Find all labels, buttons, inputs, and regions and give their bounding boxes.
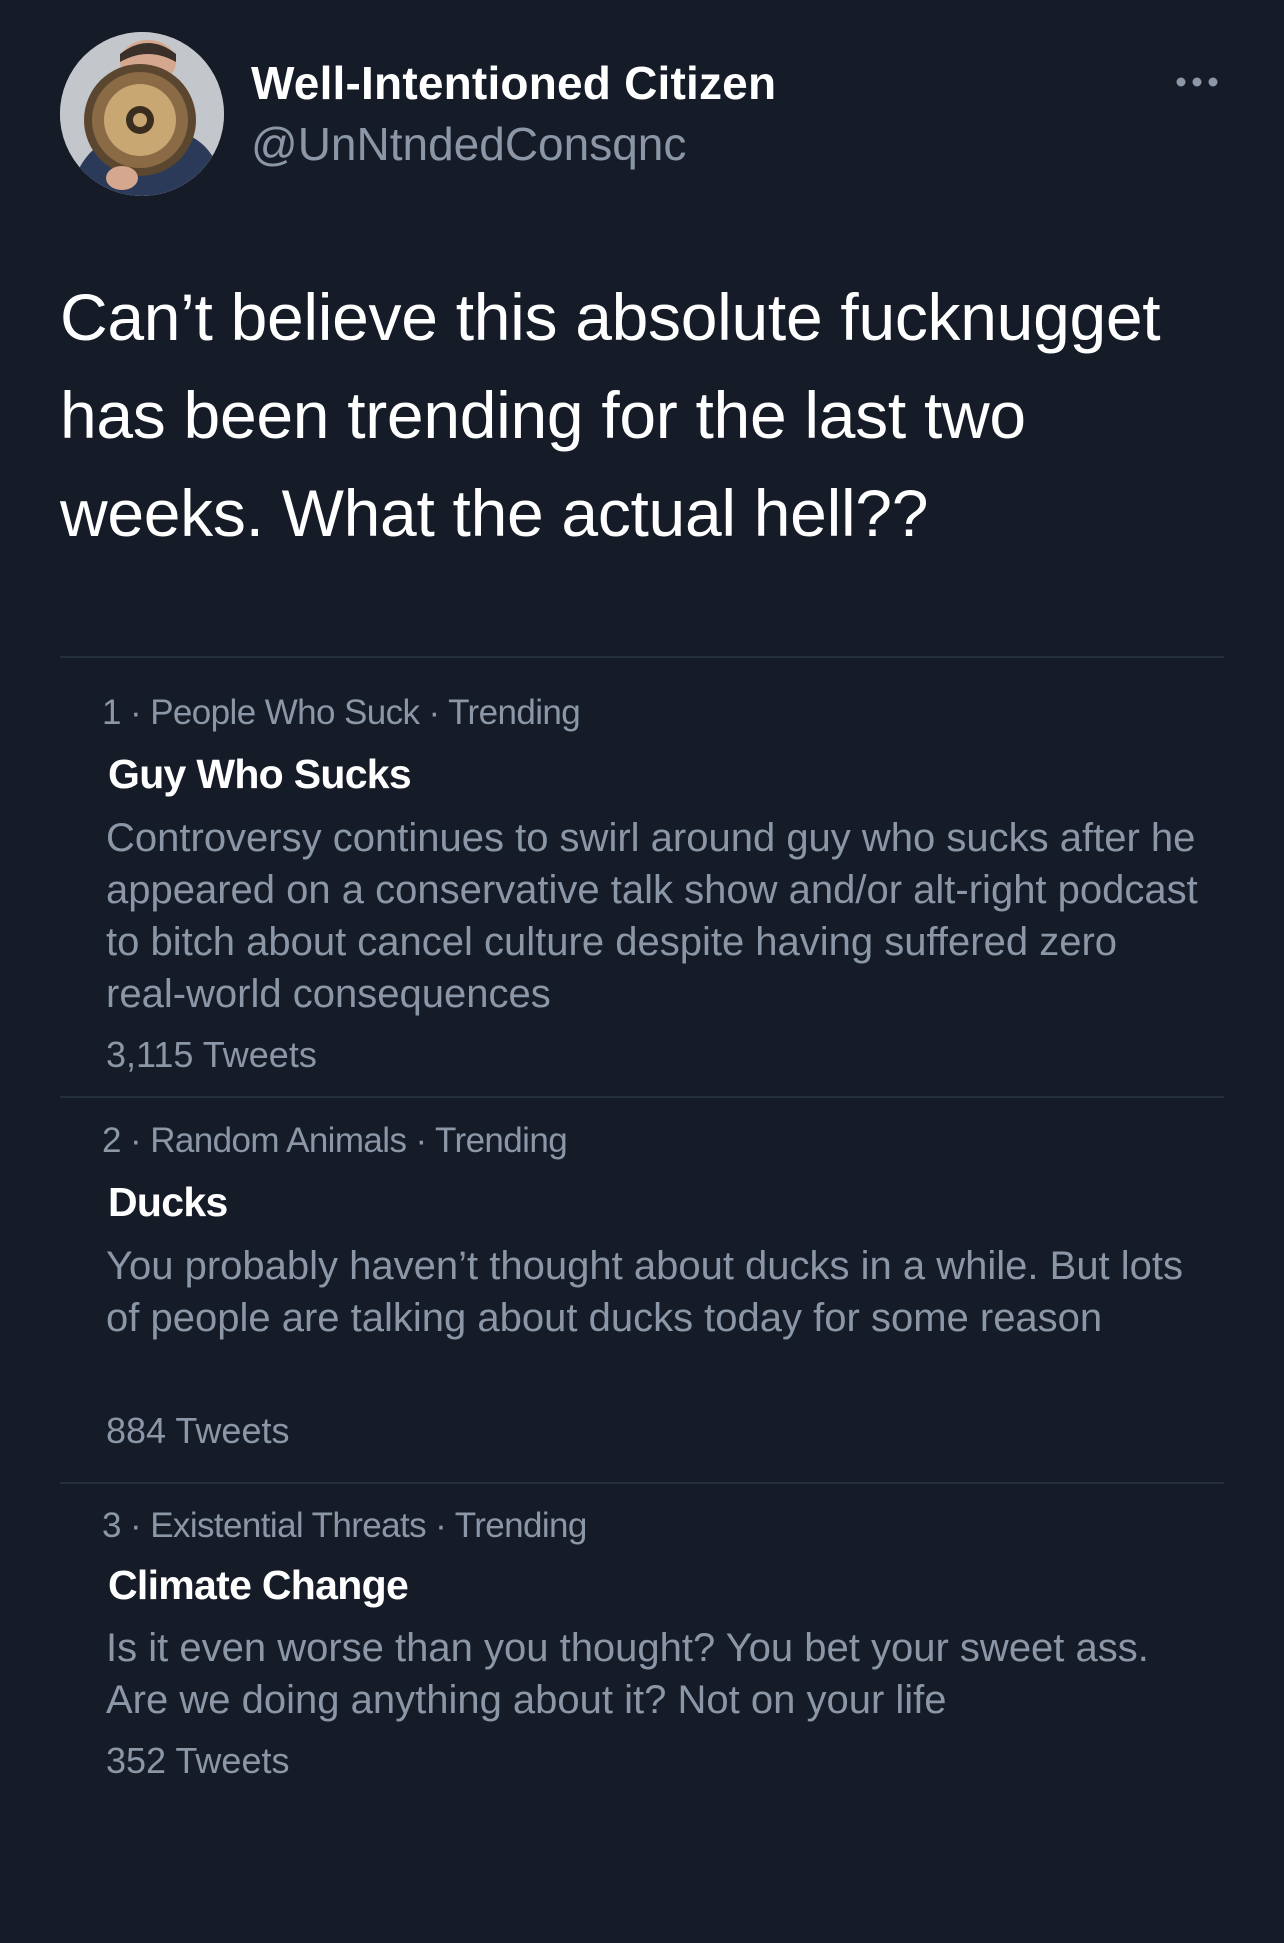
trends-card: 1 · People Who Suck · Trending Guy Who S… — [60, 656, 1224, 1792]
trend-rank: 1 — [102, 693, 121, 732]
trend-title: Climate Change — [108, 1562, 409, 1608]
trend-description: Is it even worse than you thought? You b… — [106, 1626, 1149, 1722]
trend-tweet-count: 884 Tweets — [106, 1410, 290, 1451]
avatar[interactable] — [60, 32, 224, 196]
trend-meta: 3 · Existential Threats · Trending — [102, 1506, 588, 1545]
trend-item-1[interactable]: 1 · People Who Suck · Trending Guy Who S… — [60, 658, 1224, 1096]
trend-description: You probably haven’t thought about ducks… — [106, 1244, 1184, 1340]
trend-item-2[interactable]: 2 · Random Animals · Trending Ducks You … — [60, 1098, 1224, 1482]
trend-meta: 2 · Random Animals · Trending — [102, 1121, 568, 1160]
trend-category: People Who Suck — [150, 693, 420, 732]
display-name[interactable]: Well-Intentioned Citizen — [251, 56, 776, 110]
trend-title: Ducks — [108, 1179, 228, 1225]
trend-category: Existential Threats — [150, 1506, 427, 1545]
trend-status: Trending — [454, 1506, 588, 1545]
trend-meta: 1 · People Who Suck · Trending — [102, 693, 581, 732]
trend-tweet-count: 3,115 Tweets — [106, 1034, 317, 1075]
trend-category: Random Animals — [150, 1121, 407, 1160]
megaphone-person-icon — [60, 32, 224, 196]
trend-status: Trending — [435, 1121, 568, 1160]
tweet-text: Can’t believe this absolute fucknugget h… — [60, 280, 1161, 550]
trend-rank: 3 — [102, 1506, 121, 1545]
more-options-icon[interactable] — [1173, 70, 1221, 94]
trend-description: Controversy continues to swirl around gu… — [106, 816, 1198, 1016]
user-handle[interactable]: @UnNtndedConsqnc — [251, 117, 686, 171]
trend-title: Guy Who Sucks — [108, 751, 412, 797]
trend-rank: 2 — [102, 1121, 121, 1160]
trend-item-3[interactable]: 3 · Existential Threats · Trending Clima… — [60, 1484, 1224, 1792]
trend-status: Trending — [448, 693, 581, 732]
trend-tweet-count: 352 Tweets — [106, 1740, 290, 1781]
